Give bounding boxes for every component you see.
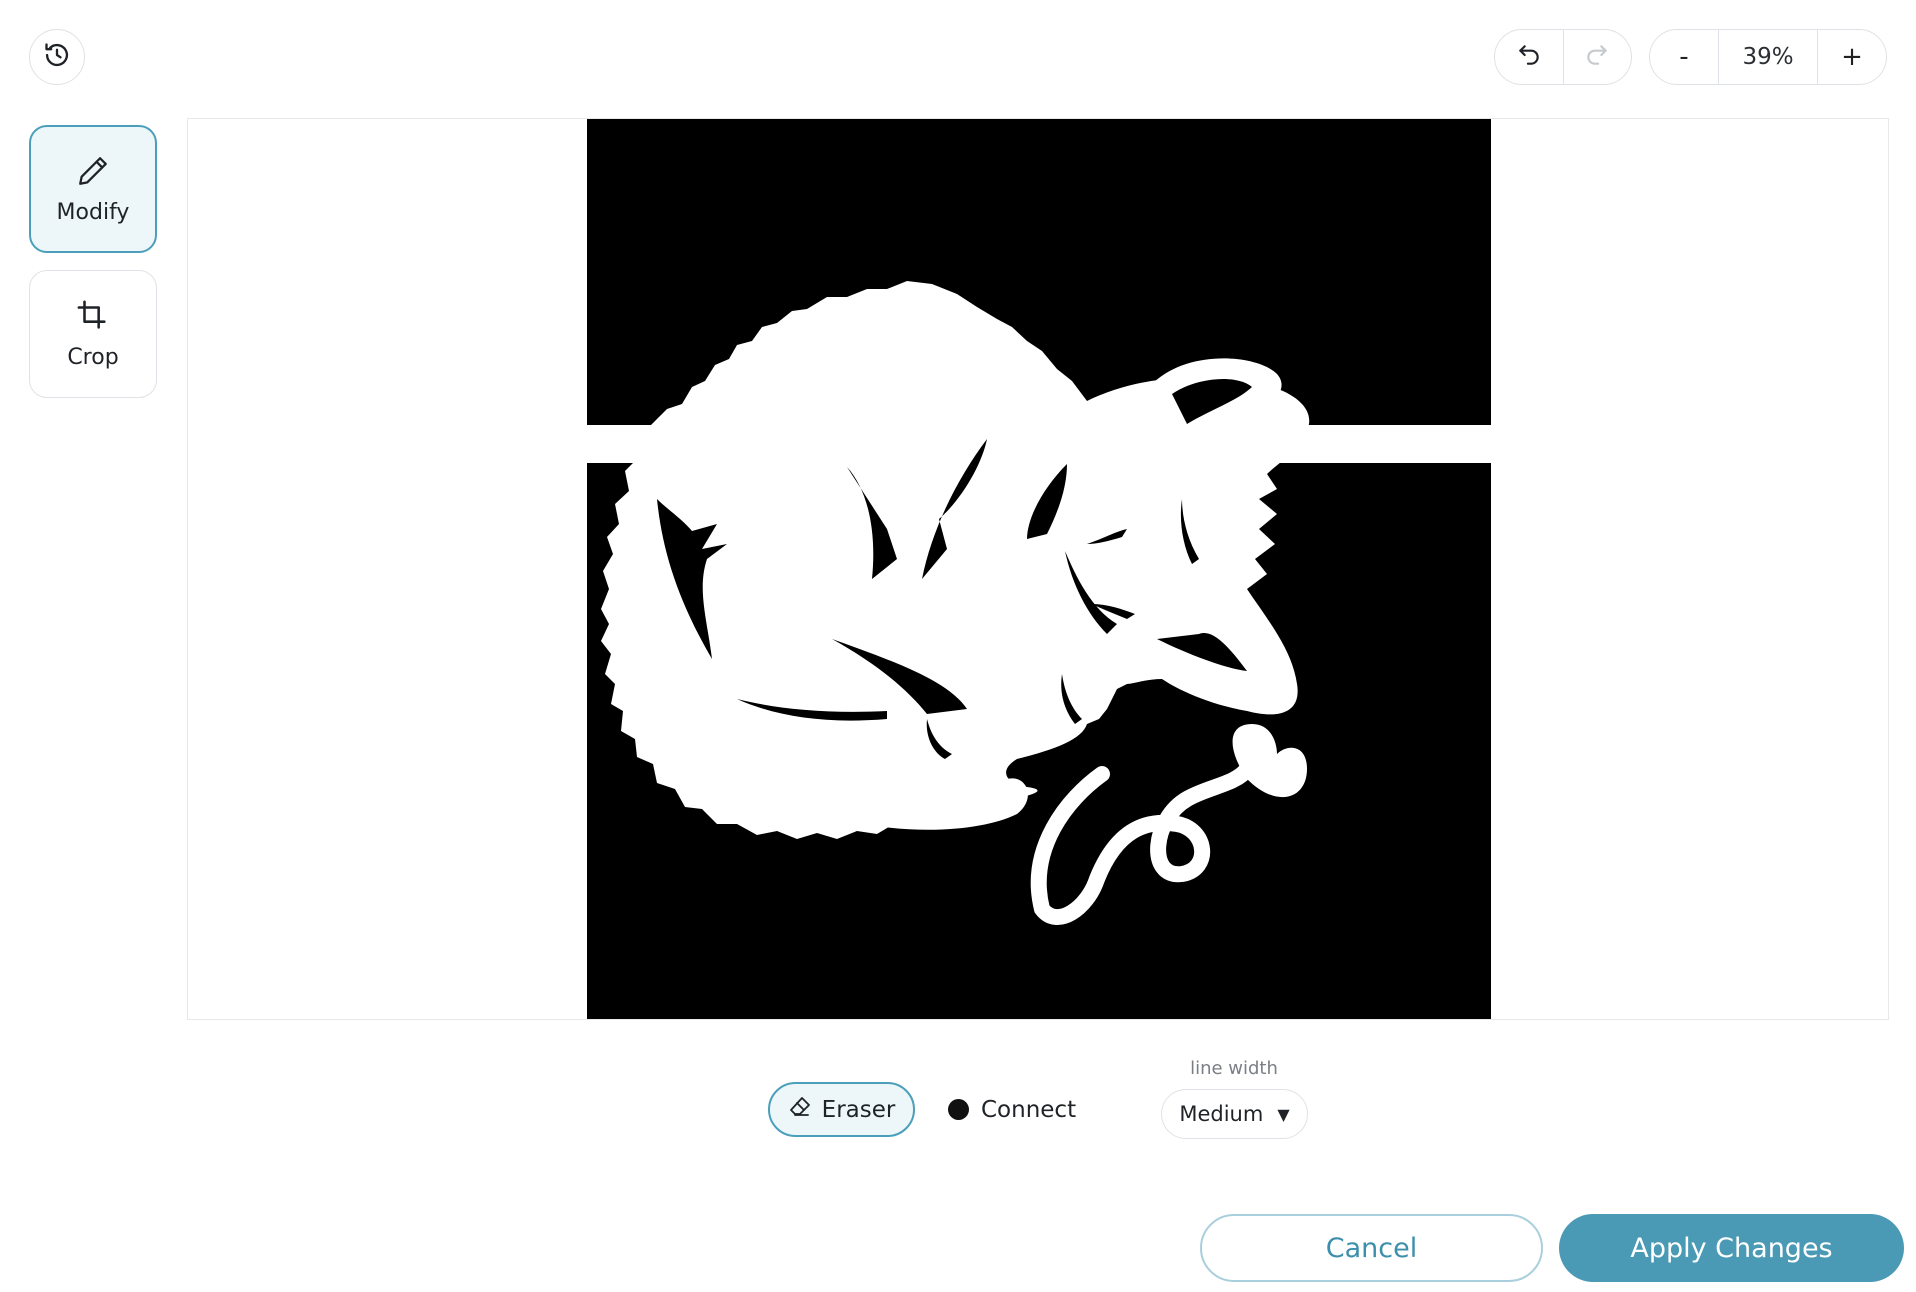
modify-tool-label: Modify — [56, 199, 130, 225]
eraser-button[interactable]: Eraser — [768, 1082, 915, 1137]
zoom-control: - 39% + — [1649, 29, 1887, 85]
undo-redo-group — [1494, 29, 1632, 85]
crop-icon — [76, 299, 110, 337]
eraser-icon — [788, 1095, 812, 1125]
line-width-select[interactable]: Medium ▼ — [1161, 1089, 1308, 1139]
crop-tool-label: Crop — [67, 344, 119, 370]
eraser-label: Eraser — [821, 1096, 896, 1123]
apply-changes-button[interactable]: Apply Changes — [1559, 1214, 1904, 1282]
redo-button[interactable] — [1562, 30, 1632, 84]
history-button[interactable] — [29, 29, 85, 85]
canvas-image[interactable] — [587, 119, 1491, 1019]
pencil-icon — [76, 154, 110, 192]
connect-label: Connect — [981, 1096, 1077, 1123]
zoom-in-button[interactable]: + — [1818, 30, 1886, 84]
undo-icon — [1516, 42, 1542, 72]
cancel-button[interactable]: Cancel — [1200, 1214, 1543, 1282]
crop-tool-button[interactable]: Crop — [29, 270, 157, 398]
modify-tool-button[interactable]: Modify — [29, 125, 157, 253]
zoom-out-button[interactable]: - — [1650, 30, 1718, 84]
connect-dot-icon — [948, 1099, 969, 1120]
line-width-value: Medium — [1179, 1102, 1264, 1126]
undo-button[interactable] — [1495, 30, 1563, 84]
caret-down-icon: ▼ — [1277, 1104, 1290, 1124]
redo-icon — [1584, 42, 1610, 72]
history-icon — [43, 41, 71, 73]
connect-button[interactable]: Connect — [948, 1082, 1076, 1137]
line-width-label: line width — [1190, 1058, 1278, 1079]
zoom-level: 39% — [1718, 30, 1818, 84]
